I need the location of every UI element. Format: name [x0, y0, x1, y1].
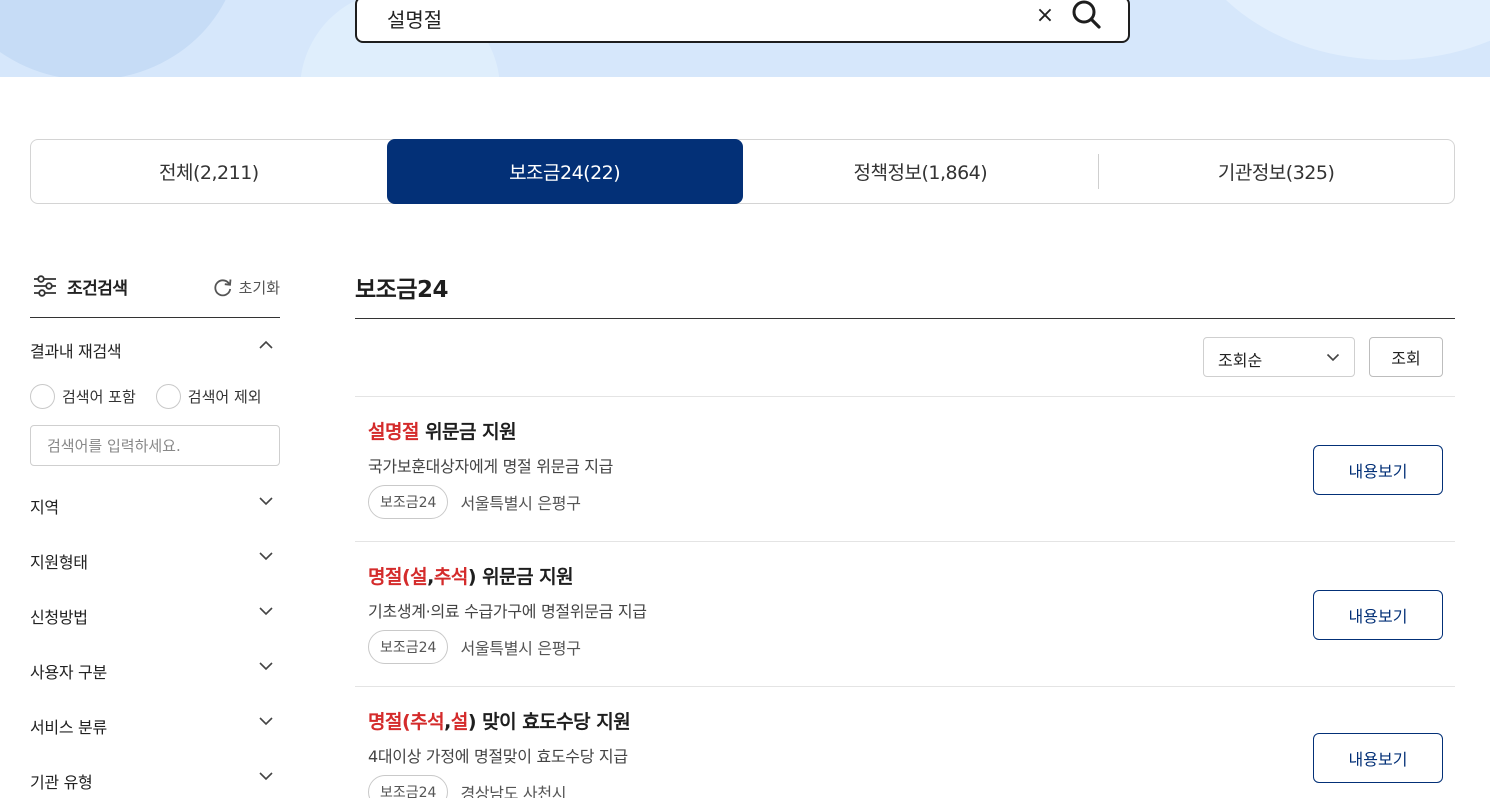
- search-hero: ×: [0, 0, 1490, 77]
- result-title[interactable]: 설명절 위문금 지원: [368, 417, 517, 444]
- search-icon: [1072, 0, 1101, 29]
- chevron-up-icon: [259, 340, 273, 349]
- title-text: ,: [427, 566, 434, 588]
- filter-toggle[interactable]: 서비스 분류: [30, 696, 280, 751]
- sort-select[interactable]: 조회순: [1203, 337, 1355, 377]
- filter-sliders-icon: [34, 275, 56, 297]
- result-item: 설명절 위문금 지원국가보훈대상자에게 명절 위문금 지급보조금24 서울특별시 …: [355, 397, 1455, 542]
- title-highlight: 명절(: [368, 711, 411, 733]
- title-highlight: 추석: [433, 566, 468, 588]
- filter-toggle[interactable]: 지역: [30, 476, 280, 531]
- results-list: 설명절 위문금 지원국가보훈대상자에게 명절 위문금 지급보조금24 서울특별시 …: [355, 397, 1455, 798]
- chevron-down-icon: [259, 717, 273, 726]
- view-detail-button[interactable]: 내용보기: [1313, 590, 1443, 640]
- search-button[interactable]: [1069, 0, 1105, 34]
- results-section: 보조금24 조회순 조회 설명절 위문금 지원국가보훈대상자에게 명절 위문금 …: [355, 268, 1455, 798]
- result-meta: 보조금24 경상남도 사천시: [368, 775, 567, 798]
- filter-accordion-list: 지역지원형태신청방법사용자 구분서비스 분류기관 유형: [30, 476, 280, 798]
- chevron-down-icon: [259, 607, 273, 616]
- result-meta: 보조금24 서울특별시 은평구: [368, 630, 581, 664]
- hero-decoration: [0, 0, 240, 77]
- tab-1[interactable]: 보조금24(22): [386, 139, 743, 204]
- title-highlight: 설명절: [368, 421, 419, 443]
- reset-label: 초기화: [238, 278, 280, 297]
- title-text: 위문금 지원: [418, 421, 517, 443]
- category-tabs: 전체(2,211) 보조금24(22) 정책정보(1,864) 기관정보(325): [30, 139, 1455, 204]
- refresh-icon: [213, 279, 231, 297]
- radio-circle: [30, 383, 55, 409]
- result-item: 명절(추석,설) 맞이 효도수당 지원 4대이상 가정에 명절맞이 효도수당 지급…: [355, 687, 1455, 798]
- radio-circle: [155, 383, 181, 409]
- tab-3[interactable]: 기관정보(325): [1098, 140, 1454, 203]
- filter-sidebar: 조건검색 초기화 결과내 재검색 검색어 포함 검색어 제외 지역지원형태신청방…: [30, 268, 280, 798]
- section-title: 보조금24: [355, 268, 1455, 319]
- view-detail-button[interactable]: 내용보기: [1313, 445, 1443, 495]
- title-highlight: 설: [450, 711, 468, 733]
- search-box: ×: [355, 0, 1130, 43]
- refine-search-toggle[interactable]: 결과내 재검색: [30, 318, 280, 374]
- sidebar-header: 조건검색 초기화: [30, 268, 280, 318]
- filter-label: 사용자 구분: [30, 663, 107, 682]
- exclude-keyword-radio[interactable]: 검색어 제외: [155, 383, 262, 409]
- result-region: 서울특별시 은평구: [460, 494, 581, 513]
- filter-toggle[interactable]: 사용자 구분: [30, 641, 280, 696]
- chevron-down-icon: [259, 772, 273, 781]
- filter-toggle[interactable]: 기관 유형: [30, 751, 280, 798]
- title-highlight: 명절(: [368, 566, 411, 588]
- title-text: ) 위문금 지원: [467, 566, 574, 588]
- result-region: 서울특별시 은평구: [460, 639, 581, 658]
- tab-label: 기관정보(325): [1217, 162, 1335, 184]
- result-title[interactable]: 명절(설,추석) 위문금 지원: [368, 562, 574, 589]
- result-description: 4대이상 가정에 명절맞이 효도수당 지급: [368, 747, 628, 766]
- title-text: ) 맞이 효도수당 지원: [467, 711, 631, 733]
- tab-0[interactable]: 전체(2,211): [31, 140, 387, 203]
- view-detail-button[interactable]: 내용보기: [1313, 733, 1443, 783]
- include-keyword-radio[interactable]: 검색어 포함: [30, 383, 136, 409]
- clear-search-button[interactable]: ×: [1033, 2, 1057, 30]
- filter-label: 서비스 분류: [30, 718, 107, 737]
- result-meta: 보조금24 서울특별시 은평구: [368, 485, 581, 519]
- sidebar-title: 조건검색: [67, 279, 128, 299]
- tab-2[interactable]: 정책정보(1,864): [743, 140, 1099, 203]
- filter-label: 기관 유형: [30, 773, 93, 792]
- chevron-down-icon: [1326, 353, 1340, 362]
- category-badge: 보조금24: [368, 775, 449, 798]
- category-badge: 보조금24: [368, 630, 449, 664]
- search-input[interactable]: [387, 3, 1007, 33]
- query-button[interactable]: 조회: [1369, 337, 1443, 377]
- include-keyword-label: 검색어 포함: [62, 387, 136, 406]
- filter-label: 지원형태: [30, 553, 88, 572]
- result-description: 기초생계·의료 수급가구에 명절위문금 지급: [368, 602, 647, 621]
- result-description: 국가보훈대상자에게 명절 위문금 지급: [368, 457, 614, 476]
- exclude-keyword-label: 검색어 제외: [187, 387, 262, 406]
- refine-options: 검색어 포함 검색어 제외: [30, 374, 280, 418]
- refine-search-input[interactable]: [30, 425, 280, 466]
- result-item: 명절(설,추석) 위문금 지원기초생계·의료 수급가구에 명절위문금 지급보조금…: [355, 542, 1455, 687]
- filter-toggle[interactable]: 신청방법: [30, 586, 280, 641]
- hero-decoration: [1180, 0, 1490, 60]
- filter-toggle[interactable]: 지원형태: [30, 531, 280, 586]
- result-title[interactable]: 명절(추석,설) 맞이 효도수당 지원: [368, 707, 631, 734]
- chevron-down-icon: [259, 662, 273, 671]
- chevron-down-icon: [259, 552, 273, 561]
- sort-bar: 조회순 조회: [355, 319, 1455, 397]
- title-highlight: 추석: [410, 711, 445, 733]
- tab-divider: [1098, 154, 1100, 189]
- category-badge: 보조금24: [368, 485, 449, 519]
- sort-selected-value: 조회순: [1218, 351, 1263, 370]
- filter-label: 지역: [30, 498, 59, 517]
- title-text: ,: [444, 711, 451, 733]
- title-highlight: 설: [410, 566, 428, 588]
- filter-label: 신청방법: [30, 608, 88, 627]
- refine-search-label: 결과내 재검색: [30, 342, 122, 361]
- reset-button[interactable]: 초기화: [212, 276, 280, 298]
- result-region: 경상남도 사천시: [460, 784, 567, 798]
- chevron-down-icon: [259, 497, 273, 506]
